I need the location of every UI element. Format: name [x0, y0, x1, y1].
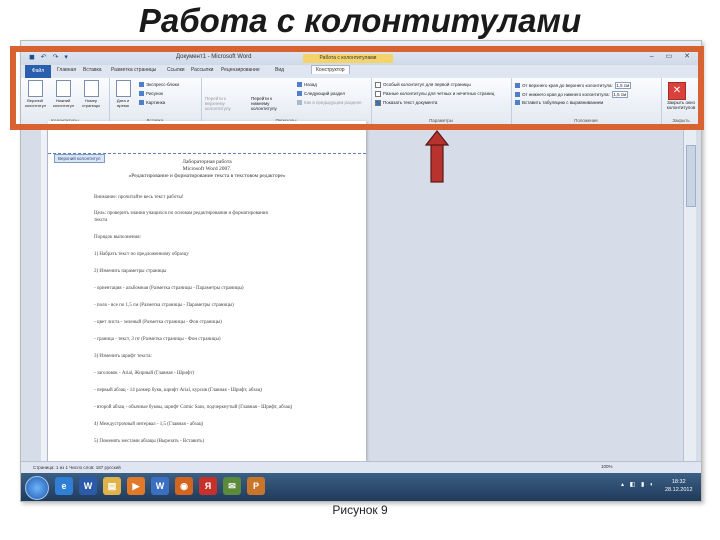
doc-title-line: Лабораторная работа	[182, 159, 232, 165]
doc-line: Порядок выполнения:	[94, 235, 141, 240]
ie-icon[interactable]: e	[55, 477, 73, 495]
start-button[interactable]	[25, 476, 49, 500]
vertical-ruler	[41, 125, 48, 461]
doc-line: Цель: проверить знания учащихся по основ…	[94, 211, 268, 216]
taskbar: e W ▤ ▶ W ◉ Я ✉ P ▴ ◧ ▮ ◐ 18:32 28.12.201…	[21, 473, 701, 501]
zoom-level[interactable]: 100%	[601, 464, 613, 469]
doc-line: - цвет листа - зеленый (Разметка страниц…	[94, 320, 222, 325]
doc-line: - ориентация - альбомная (Разметка стран…	[94, 286, 244, 291]
doc-line: - поля - все по 1,5 см (Разметка страниц…	[94, 303, 234, 308]
word-doc-icon[interactable]: W	[151, 477, 169, 495]
status-left: Страница: 1 из 1 Число слов: 187 русский	[33, 465, 121, 470]
pointer-arrow-icon	[425, 130, 449, 183]
doc-line: текста	[94, 218, 108, 223]
doc-line: - заголовок - Arial, Жирный (Главная - Ш…	[94, 371, 195, 376]
firefox-icon[interactable]: ◉	[175, 477, 193, 495]
doc-title-line: Microsoft Word 2007.	[182, 166, 232, 172]
clock-date: 28.12.2012	[665, 487, 693, 493]
doc-title-line: «Редактирование и форматирование текста …	[128, 173, 286, 179]
doc-line: 4) Междустрочный интервал - 1,5 (Главная…	[94, 422, 204, 427]
folder-icon[interactable]: ▤	[103, 477, 121, 495]
media-icon[interactable]: ▶	[127, 477, 145, 495]
doc-line: 5) Поменять местами абзацы (Вырезать - В…	[94, 439, 205, 444]
document-page[interactable]: Верхний колонтитул Лабораторная работа M…	[48, 121, 366, 466]
vertical-scrollbar[interactable]	[683, 125, 696, 461]
doc-line: - первый абзац - 14 размер букв, шрифт A…	[94, 388, 262, 393]
document-workspace: Верхний колонтитул Лабораторная работа M…	[21, 121, 701, 466]
scrollbar-thumb[interactable]	[686, 145, 696, 207]
doc-line: - второй абзац - обычные буквы, шрифт Co…	[94, 405, 293, 410]
system-tray[interactable]: ▴ ◧ ▮ ◐	[621, 481, 656, 488]
doc-line: 2) Изменить параметры страницы	[94, 269, 167, 274]
doc-line: - граница - текст, 3 пт (Разметка страни…	[94, 337, 221, 342]
doc-line: 3) Изменить шрифт текста:	[94, 354, 152, 359]
figure-caption: Рисунок 9	[332, 503, 388, 517]
slide-title: Работа с колонтитулами	[138, 2, 582, 39]
word-icon[interactable]: W	[79, 477, 97, 495]
ribbon-highlight-frame	[10, 46, 704, 130]
mail-icon[interactable]: ✉	[223, 477, 241, 495]
doc-line: 1) Набрать текст по предложенному образц…	[94, 252, 189, 257]
paint-icon[interactable]: P	[247, 477, 265, 495]
doc-line: Внимание: прочитайте весь текст работы!	[94, 195, 184, 200]
clock-time: 18:32	[671, 479, 686, 485]
clock[interactable]: 18:32 28.12.2012	[665, 478, 693, 494]
yandex-icon[interactable]: Я	[199, 477, 217, 495]
